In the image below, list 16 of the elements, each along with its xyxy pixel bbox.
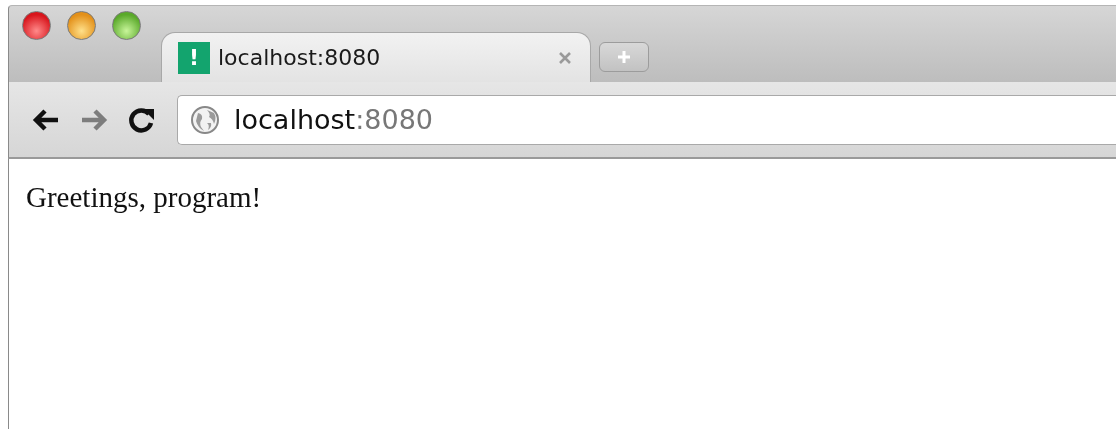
close-window-button[interactable] <box>22 11 51 40</box>
tab-title: localhost:8080 <box>218 45 382 70</box>
address-bar[interactable]: localhost:8080 <box>177 94 1116 145</box>
browser-tab[interactable]: ! localhost:8080 <box>161 32 591 82</box>
page-text: Greetings, program! <box>25 180 263 214</box>
favicon: ! <box>178 41 210 74</box>
minimize-window-button[interactable] <box>67 11 96 40</box>
plus-icon <box>617 50 631 64</box>
globe-icon <box>190 104 220 135</box>
back-arrow-icon <box>31 106 61 133</box>
close-icon[interactable] <box>558 50 572 65</box>
reload-icon <box>127 105 157 134</box>
zoom-window-button[interactable] <box>112 11 141 40</box>
forward-arrow-icon <box>79 106 109 133</box>
url-text: localhost:8080 <box>234 104 433 135</box>
new-tab-button[interactable] <box>599 42 649 72</box>
